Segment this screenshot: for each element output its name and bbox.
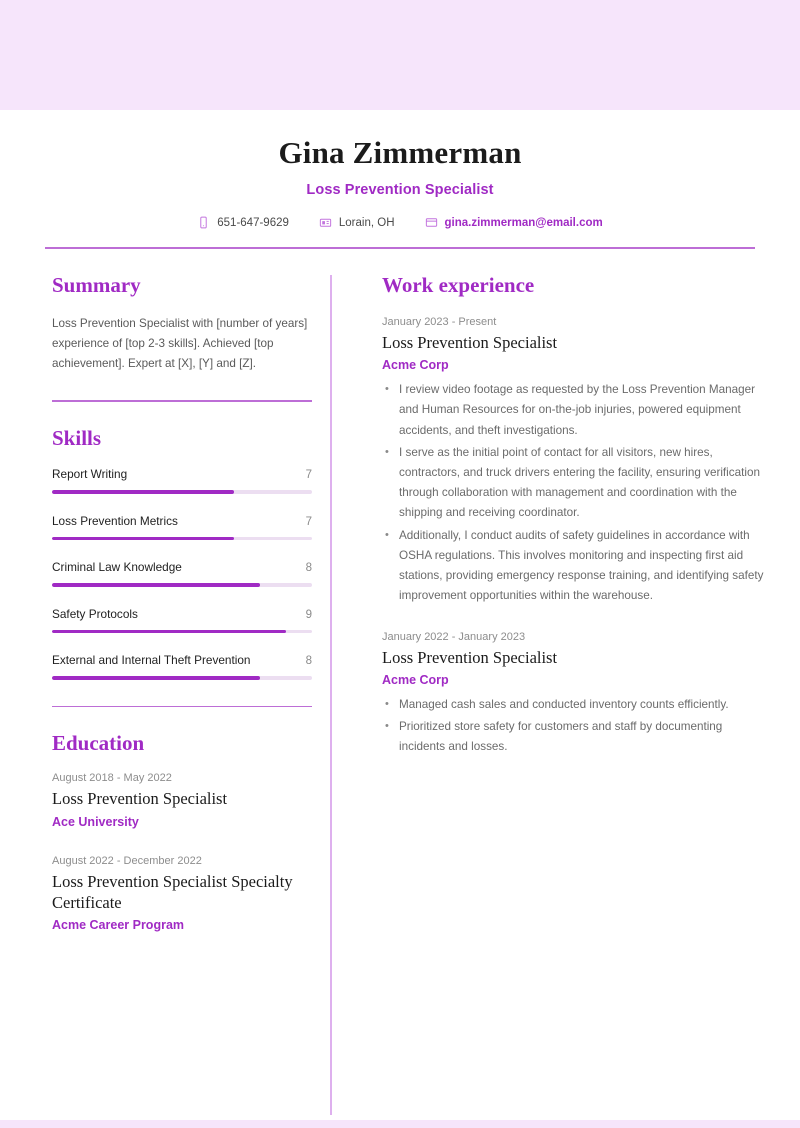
skill-item: Loss Prevention Metrics 7 [52, 514, 312, 541]
education-section: Education August 2018 - May 2022 Loss Pr… [52, 731, 312, 932]
summary-section-title: Summary [52, 272, 141, 297]
skill-fill [52, 489, 234, 494]
resume-header: Gina Zimmerman Loss Prevention Specialis… [0, 110, 800, 249]
work-bullets: Managed cash sales and conducted invento… [382, 695, 764, 758]
page-title: Gina Zimmerman [278, 135, 522, 170]
work-bullet: Additionally, I conduct audits of safety… [385, 526, 764, 607]
contact-location: Lorain, OH [319, 216, 395, 229]
education-date: August 2018 - May 2022 [52, 772, 172, 785]
contact-email[interactable]: gina.zimmerman@email.com [425, 216, 603, 229]
section-divider [52, 705, 312, 708]
work-role: Loss Prevention Specialist [382, 647, 558, 667]
education-entry: August 2022 - December 2022 Loss Prevent… [52, 855, 312, 932]
skill-name: Report Writing [52, 466, 128, 481]
right-column: Work experience January 2023 - Present L… [332, 273, 800, 1115]
education-date: August 2022 - December 2022 [52, 854, 202, 867]
work-company: Acme Corp [382, 672, 449, 687]
contact-phone-text: 651-647-9629 [217, 216, 289, 229]
work-bullet: Prioritized store safety for customers a… [385, 717, 764, 757]
skill-score: 7 [305, 468, 312, 481]
skill-item: Report Writing 7 [52, 467, 312, 494]
skills-section: Skills Report Writing 7 Loss Prevention … [52, 426, 312, 680]
summary-section: Summary Loss Prevention Specialist with … [52, 273, 312, 375]
email-icon [425, 216, 438, 229]
skill-name: Criminal Law Knowledge [52, 560, 182, 575]
phone-icon [197, 216, 210, 229]
skill-track [52, 536, 312, 541]
work-company: Acme Corp [382, 358, 449, 373]
job-title: Loss Prevention Specialist [306, 182, 494, 199]
skill-track [52, 489, 312, 494]
skill-item: Safety Protocols 9 [52, 607, 312, 634]
skill-fill [52, 583, 260, 587]
education-degree: Loss Prevention Specialist [52, 789, 228, 809]
work-bullet: I review video footage as requested by t… [385, 380, 764, 441]
work-date: January 2022 - January 2023 [382, 630, 526, 643]
work-bullet: I serve as the initial point of contact … [385, 443, 764, 524]
bottom-accent-band [0, 1120, 800, 1128]
top-accent-band [0, 0, 800, 110]
skill-item: Criminal Law Knowledge 8 [52, 560, 312, 587]
work-experience-section-title: Work experience [382, 272, 535, 297]
resume-body: Summary Loss Prevention Specialist with … [0, 249, 800, 1115]
resume-page: Gina Zimmerman Loss Prevention Specialis… [0, 0, 800, 1128]
skill-fill [52, 629, 286, 634]
skill-name: External and Internal Theft Prevention [52, 653, 251, 668]
left-column: Summary Loss Prevention Specialist with … [0, 273, 330, 1115]
skill-item: External and Internal Theft Prevention 8 [52, 653, 312, 680]
skill-score: 7 [305, 515, 312, 528]
section-divider [52, 400, 312, 402]
work-bullets: I review video footage as requested by t… [382, 380, 764, 607]
skill-fill [52, 676, 260, 680]
work-bullet: Managed cash sales and conducted invento… [385, 695, 764, 715]
education-entry: August 2018 - May 2022 Loss Prevention S… [52, 772, 312, 828]
contact-phone[interactable]: 651-647-9629 [197, 216, 289, 229]
contact-location-text: Lorain, OH [338, 216, 395, 229]
skill-track [52, 583, 312, 587]
skill-name: Loss Prevention Metrics [52, 513, 178, 528]
work-date: January 2023 - Present [382, 315, 497, 328]
education-degree: Loss Prevention Specialist Specialty Cer… [52, 871, 293, 912]
education-section-title: Education [52, 731, 145, 756]
skill-score: 8 [305, 655, 312, 668]
education-school: Acme Career Program [52, 917, 185, 932]
skill-score: 9 [305, 608, 312, 621]
skills-section-title: Skills [52, 425, 102, 450]
contact-row: 651-647-9629 Lorain, OH gina.zimmerman@e… [0, 216, 800, 229]
work-entry: January 2022 - January 2023 Loss Prevent… [382, 631, 764, 758]
skill-track [52, 629, 312, 634]
location-icon [319, 216, 332, 229]
summary-text: Loss Prevention Specialist with [number … [52, 316, 308, 371]
contact-email-text: gina.zimmerman@email.com [444, 216, 603, 229]
skill-track [52, 676, 312, 680]
education-school: Ace University [52, 814, 139, 829]
work-experience-section: Work experience January 2023 - Present L… [382, 273, 764, 758]
work-role: Loss Prevention Specialist [382, 332, 558, 352]
skill-name: Safety Protocols [52, 606, 138, 621]
skill-fill [52, 536, 234, 541]
skill-score: 8 [305, 562, 312, 575]
work-entry: January 2023 - Present Loss Prevention S… [382, 316, 764, 607]
